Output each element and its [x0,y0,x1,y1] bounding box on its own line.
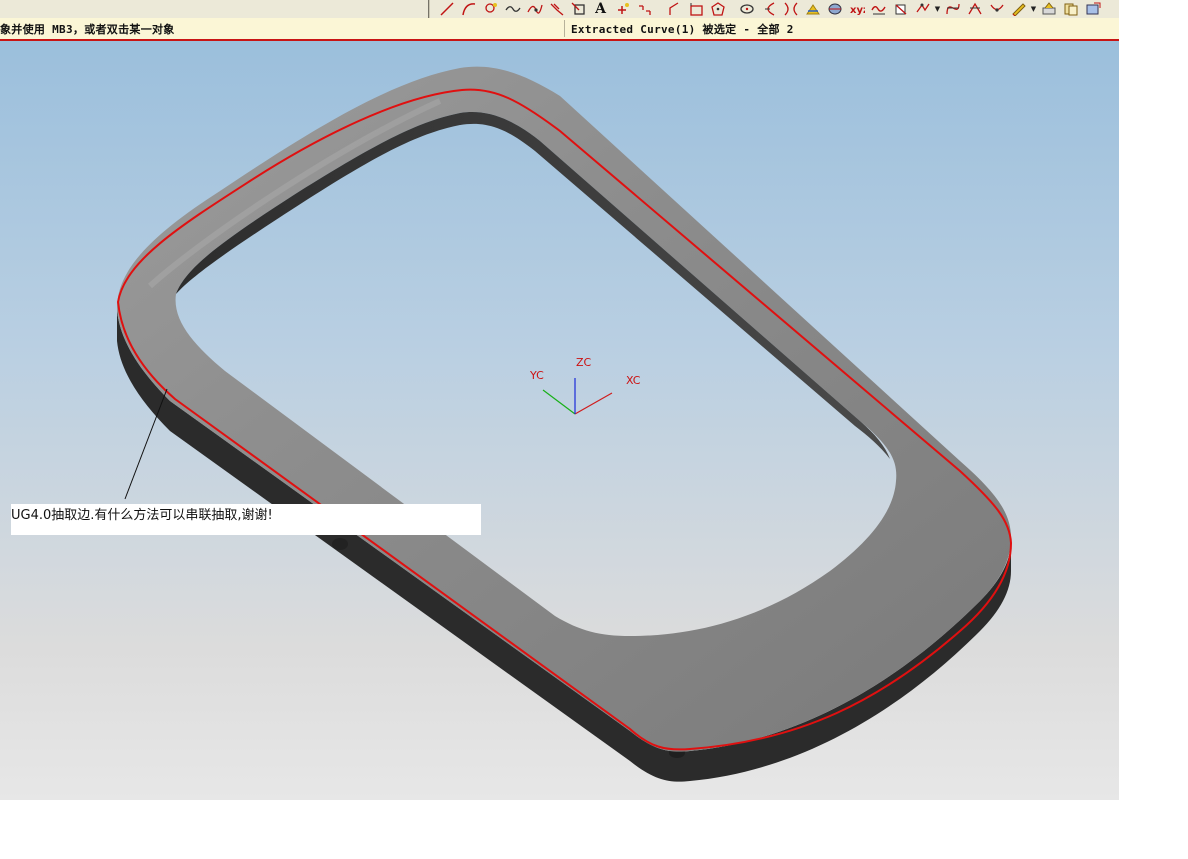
cue-line-prompt: 象并使用 MB3，或者双击某一对象 [0,23,175,36]
project-icon[interactable] [890,1,911,17]
polygon-icon[interactable] [707,1,728,17]
rectangle2-icon[interactable] [685,1,706,17]
parabola-icon[interactable] [758,1,779,17]
fit-spline-icon[interactable] [524,1,545,17]
axis-z-label: ZC [576,356,592,369]
dropdown-arrow-icon[interactable]: ▼ [1030,5,1037,13]
nx-application-window: A xyz ▼ ▼ 象并 [0,0,1119,800]
copy-icon[interactable] [1060,1,1081,17]
hyperbola-icon[interactable] [780,1,801,17]
model-leg [332,538,348,550]
rectangle-icon[interactable] [568,1,589,17]
line-icon[interactable] [436,1,457,17]
annotation-leader-line [124,388,168,500]
extract-icon[interactable] [868,1,889,17]
svg-text:xyz: xyz [850,5,865,16]
model-scene[interactable]: XC YC ZC [0,41,1119,800]
toolbar-strip: A xyz ▼ ▼ [0,0,1119,18]
section-curve-icon[interactable] [824,1,845,17]
wcs-triad[interactable]: XC YC ZC [529,356,641,415]
axis-y-label: YC [529,369,544,382]
bridge-icon[interactable] [942,1,963,17]
point-set-icon[interactable] [612,1,633,17]
edit-icon[interactable] [1008,1,1029,17]
arc-icon[interactable] [458,1,479,17]
fillet-icon[interactable] [663,1,684,17]
combine-icon[interactable] [912,1,933,17]
intersect-curve-icon[interactable] [802,1,823,17]
spline-icon[interactable] [502,1,523,17]
offset-icon[interactable] [634,1,655,17]
ellipse-icon[interactable] [736,1,757,17]
status-divider [564,20,565,37]
status-line-info: Extracted Curve(1) 被选定 - 全部 2 [571,23,794,36]
axis-x [574,392,613,415]
export-icon[interactable] [1082,1,1103,17]
helix-icon[interactable] [546,1,567,17]
graphics-viewport[interactable]: XC YC ZC UG4.0抽取边.有什么方法可以串联抽取,谢谢! [0,41,1119,800]
status-bar: 象并使用 MB3，或者双击某一对象 Extracted Curve(1) 被选定… [0,18,1119,41]
axis-y [542,389,576,415]
dropdown-arrow-icon[interactable]: ▼ [934,5,941,13]
layer-icon[interactable] [1038,1,1059,17]
split-icon[interactable] [986,1,1007,17]
curve-toolbar: A xyz ▼ ▼ [428,0,1119,18]
axis-x-label: XC [626,374,641,387]
annotation-box: UG4.0抽取边.有什么方法可以串联抽取,谢谢! [11,504,481,535]
annotation-text: UG4.0抽取边.有什么方法可以串联抽取,谢谢! [11,508,273,523]
point-icon[interactable] [480,1,501,17]
text-icon[interactable]: A [590,1,611,17]
trim-icon[interactable] [964,1,985,17]
law-curve-icon[interactable]: xyz [846,1,867,17]
